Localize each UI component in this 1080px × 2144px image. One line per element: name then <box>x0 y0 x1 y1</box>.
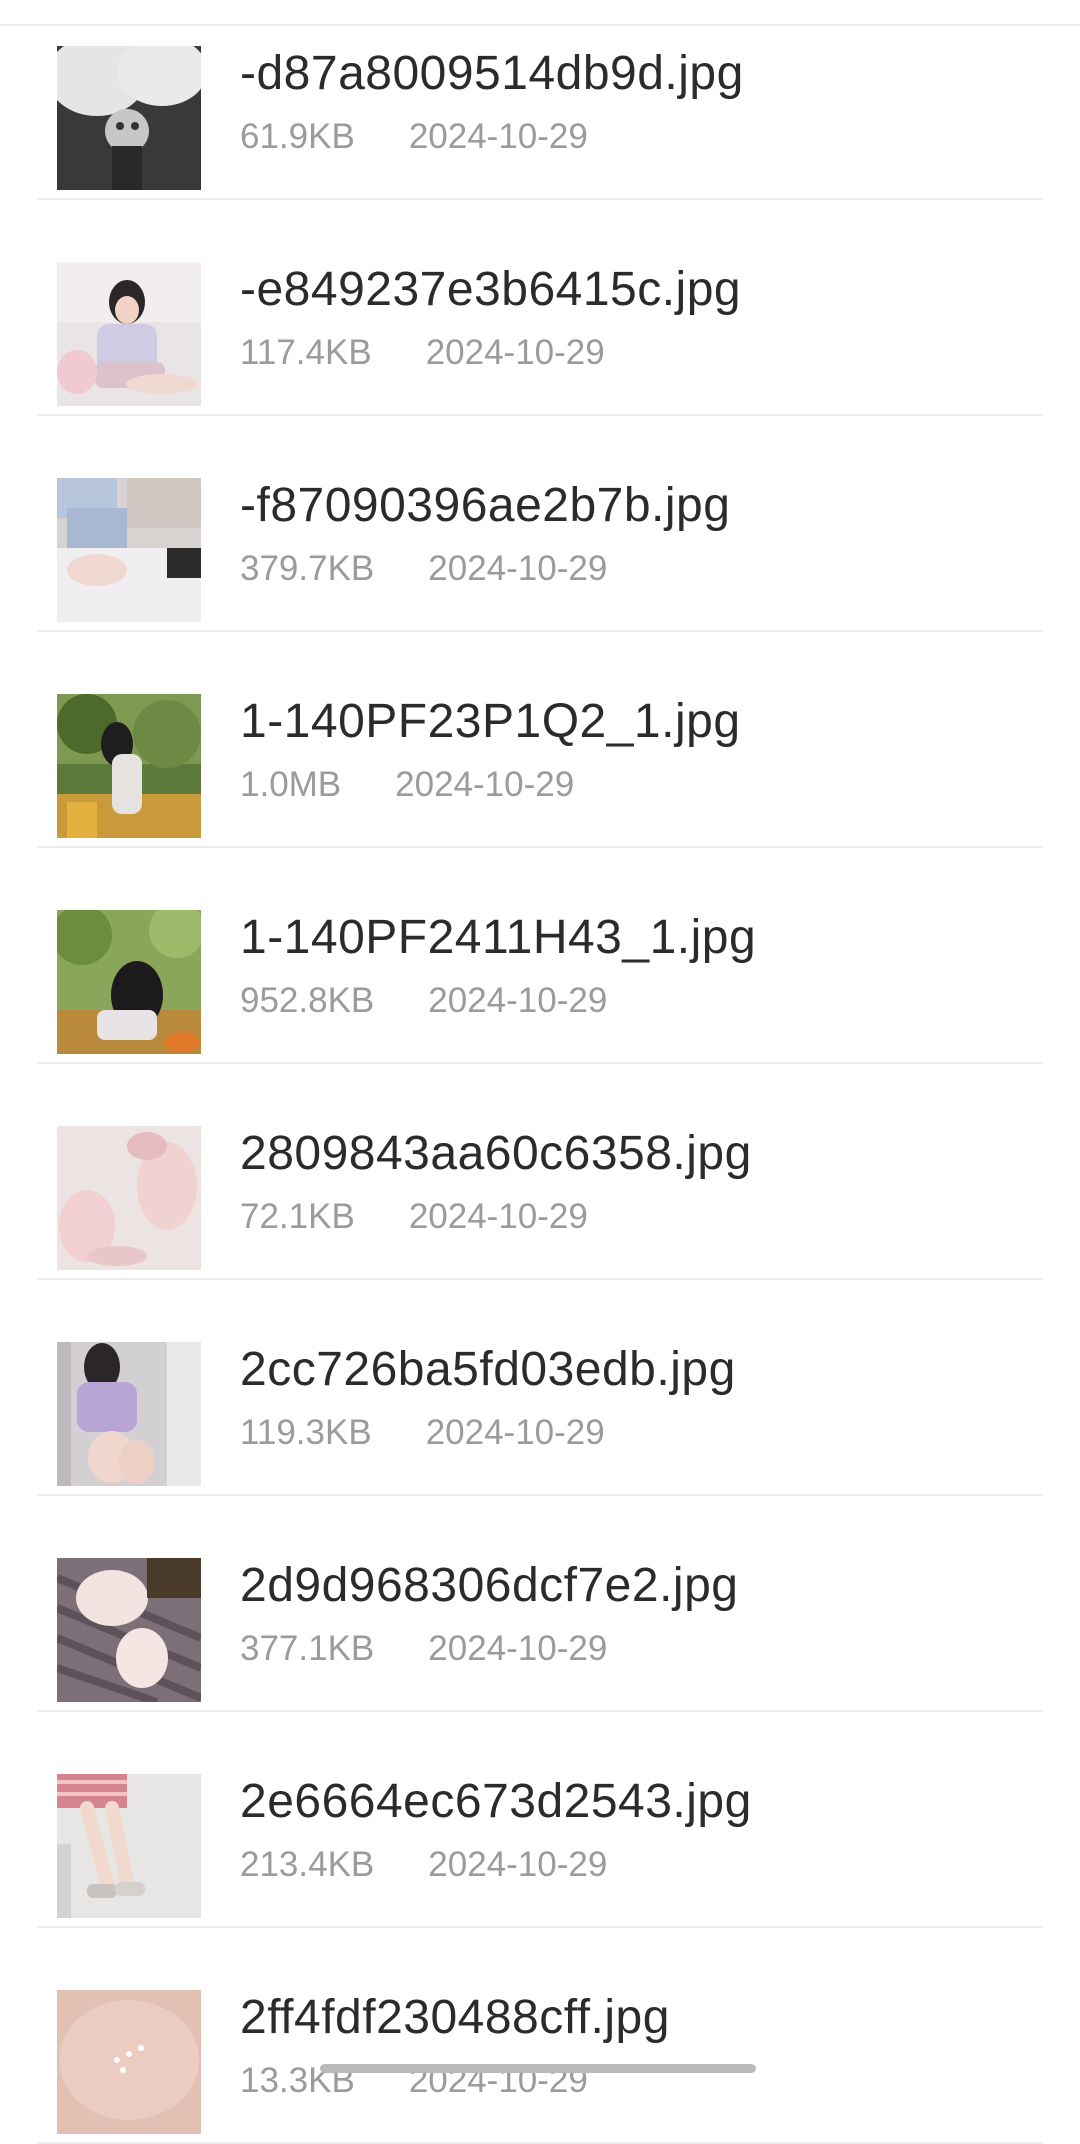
file-date: 2024-10-29 <box>408 1197 588 1236</box>
file-date: 2024-10-29 <box>428 1629 608 1668</box>
file-date: 2024-10-29 <box>425 1413 605 1452</box>
file-meta: 1.0MB 2024-10-29 <box>240 764 574 806</box>
file-meta: 952.8KB 2024-10-29 <box>240 980 607 1022</box>
file-name: 1-140PF2411H43_1.jpg <box>240 911 757 964</box>
scroll-indicator[interactable] <box>320 2064 756 2073</box>
file-size: 72.1KB <box>240 1197 355 1236</box>
list-item[interactable]: 2d9d968306dcf7e2.jpg 377.1KB 2024-10-29 <box>37 1496 1043 1712</box>
image-thumbnail-icon <box>57 694 201 838</box>
file-meta: 72.1KB 2024-10-29 <box>240 1196 588 1238</box>
file-meta: 213.4KB 2024-10-29 <box>240 1844 607 1886</box>
image-thumbnail-icon <box>57 1342 201 1486</box>
file-size: 377.1KB <box>240 1629 375 1668</box>
file-date: 2024-10-29 <box>408 117 588 156</box>
file-list: -d87a8009514db9d.jpg 61.9KB 2024-10-29 -e… <box>0 0 1080 2144</box>
file-size: 117.4KB <box>240 333 372 372</box>
list-item[interactable]: 2809843aa60c6358.jpg 72.1KB 2024-10-29 <box>37 1064 1043 1280</box>
list-item[interactable]: -f87090396ae2b7b.jpg 379.7KB 2024-10-29 <box>37 416 1043 632</box>
file-meta: 61.9KB 2024-10-29 <box>240 116 588 158</box>
list-item[interactable]: -d87a8009514db9d.jpg 61.9KB 2024-10-29 <box>37 0 1043 200</box>
image-thumbnail-icon <box>57 1774 201 1918</box>
file-name: 2809843aa60c6358.jpg <box>240 1127 752 1180</box>
file-name: -d87a8009514db9d.jpg <box>240 47 744 100</box>
file-size: 61.9KB <box>240 117 355 156</box>
file-size: 213.4KB <box>240 1845 375 1884</box>
image-thumbnail-icon <box>57 262 201 406</box>
file-size: 379.7KB <box>240 549 375 588</box>
file-name: -f87090396ae2b7b.jpg <box>240 479 731 532</box>
file-meta: 119.3KB 2024-10-29 <box>240 1412 605 1454</box>
file-date: 2024-10-29 <box>428 1845 608 1884</box>
file-date: 2024-10-29 <box>425 333 605 372</box>
image-thumbnail-icon <box>57 46 201 190</box>
image-thumbnail-icon <box>57 1990 201 2134</box>
list-item[interactable]: 1-140PF2411H43_1.jpg 952.8KB 2024-10-29 <box>37 848 1043 1064</box>
image-thumbnail-icon <box>57 478 201 622</box>
file-meta: 379.7KB 2024-10-29 <box>240 548 607 590</box>
file-size: 1.0MB <box>240 765 342 804</box>
image-thumbnail-icon <box>57 1126 201 1270</box>
file-name: 2cc726ba5fd03edb.jpg <box>240 1343 736 1396</box>
file-size: 119.3KB <box>240 1413 372 1452</box>
file-meta: 377.1KB 2024-10-29 <box>240 1628 607 1670</box>
file-size: 952.8KB <box>240 981 375 1020</box>
image-thumbnail-icon <box>57 1558 201 1702</box>
list-item[interactable]: 1-140PF23P1Q2_1.jpg 1.0MB 2024-10-29 <box>37 632 1043 848</box>
file-name: 1-140PF23P1Q2_1.jpg <box>240 695 741 748</box>
file-name: 2e6664ec673d2543.jpg <box>240 1775 752 1828</box>
file-name: 2d9d968306dcf7e2.jpg <box>240 1559 739 1612</box>
file-date: 2024-10-29 <box>395 765 575 804</box>
file-name: 2ff4fdf230488cff.jpg <box>240 1991 670 2044</box>
image-thumbnail-icon <box>57 910 201 1054</box>
list-item[interactable]: 2cc726ba5fd03edb.jpg 119.3KB 2024-10-29 <box>37 1280 1043 1496</box>
file-date: 2024-10-29 <box>428 549 608 588</box>
file-name: -e849237e3b6415c.jpg <box>240 263 742 316</box>
file-meta: 117.4KB 2024-10-29 <box>240 332 605 374</box>
list-item[interactable]: 2ff4fdf230488cff.jpg 13.3KB 2024-10-29 <box>37 1928 1043 2144</box>
list-item[interactable]: 2e6664ec673d2543.jpg 213.4KB 2024-10-29 <box>37 1712 1043 1928</box>
file-date: 2024-10-29 <box>428 981 608 1020</box>
list-item[interactable]: -e849237e3b6415c.jpg 117.4KB 2024-10-29 <box>37 200 1043 416</box>
